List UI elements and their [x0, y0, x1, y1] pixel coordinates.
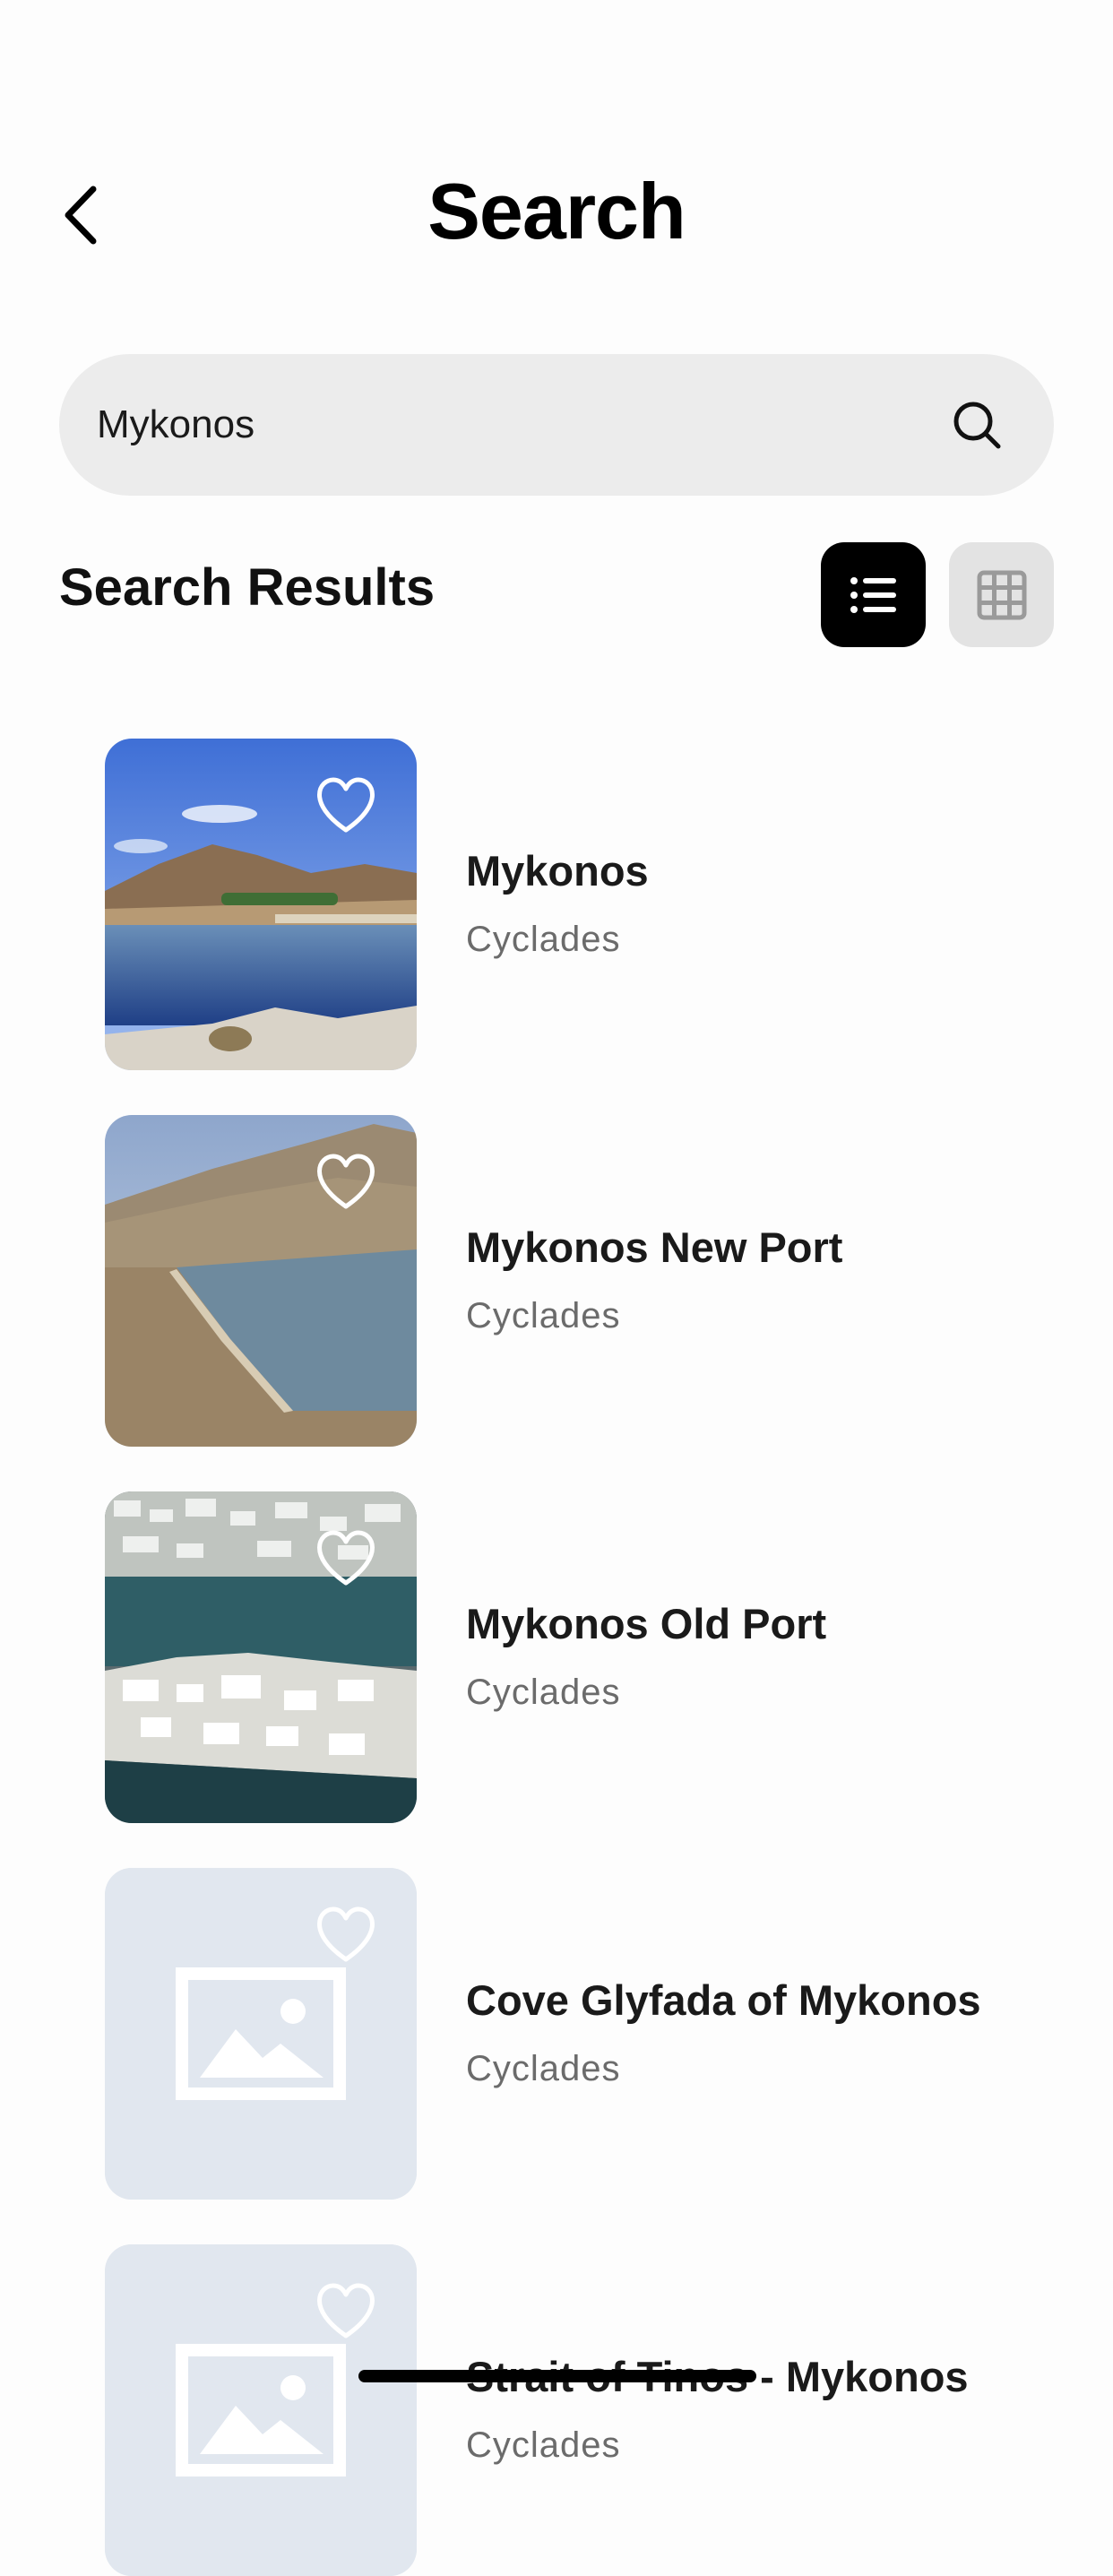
result-region: Cyclades — [466, 1296, 621, 1336]
result-region: Cyclades — [466, 920, 621, 959]
result-item[interactable]: Strait of Tinos - Mykonos Cyclades — [105, 2244, 1055, 2576]
home-indicator — [358, 2370, 756, 2382]
result-name: Mykonos — [466, 847, 649, 895]
grid-view-toggle[interactable] — [949, 542, 1054, 647]
result-name: Cove Glyfada of Mykonos — [466, 1976, 981, 2024]
result-region: Cyclades — [466, 1673, 621, 1712]
list-icon — [850, 576, 896, 613]
favorite-button[interactable] — [314, 776, 378, 835]
results-heading: Search Results — [59, 558, 436, 617]
result-region: Cyclades — [466, 2425, 621, 2465]
heart-outline-icon — [317, 1530, 375, 1586]
favorite-button[interactable] — [314, 2282, 378, 2341]
favorite-button[interactable] — [314, 1906, 378, 1965]
search-button[interactable] — [950, 398, 1004, 452]
search-icon — [953, 402, 1001, 449]
result-name: Mykonos Old Port — [466, 1600, 827, 1647]
grid-icon — [977, 570, 1026, 619]
result-item[interactable]: Mykonos Old Port Cyclades — [105, 1491, 1055, 1823]
favorite-button[interactable] — [314, 1153, 378, 1212]
result-item[interactable]: Cove Glyfada of Mykonos Cyclades — [105, 1868, 1055, 2200]
search-bar — [59, 354, 1054, 496]
heart-outline-icon — [317, 1154, 375, 1209]
page-title: Search — [427, 167, 686, 255]
heart-outline-icon — [317, 1906, 375, 1962]
result-region: Cyclades — [466, 2049, 621, 2088]
list-view-toggle[interactable] — [821, 542, 926, 647]
result-item[interactable]: Mykonos Cyclades — [105, 739, 1055, 1070]
favorite-button[interactable] — [314, 1529, 378, 1588]
result-item[interactable]: Mykonos New Port Cyclades — [105, 1115, 1055, 1447]
heart-outline-icon — [317, 777, 375, 833]
result-name: Mykonos New Port — [466, 1223, 843, 1271]
heart-outline-icon — [317, 2283, 375, 2338]
search-input[interactable] — [97, 354, 903, 496]
